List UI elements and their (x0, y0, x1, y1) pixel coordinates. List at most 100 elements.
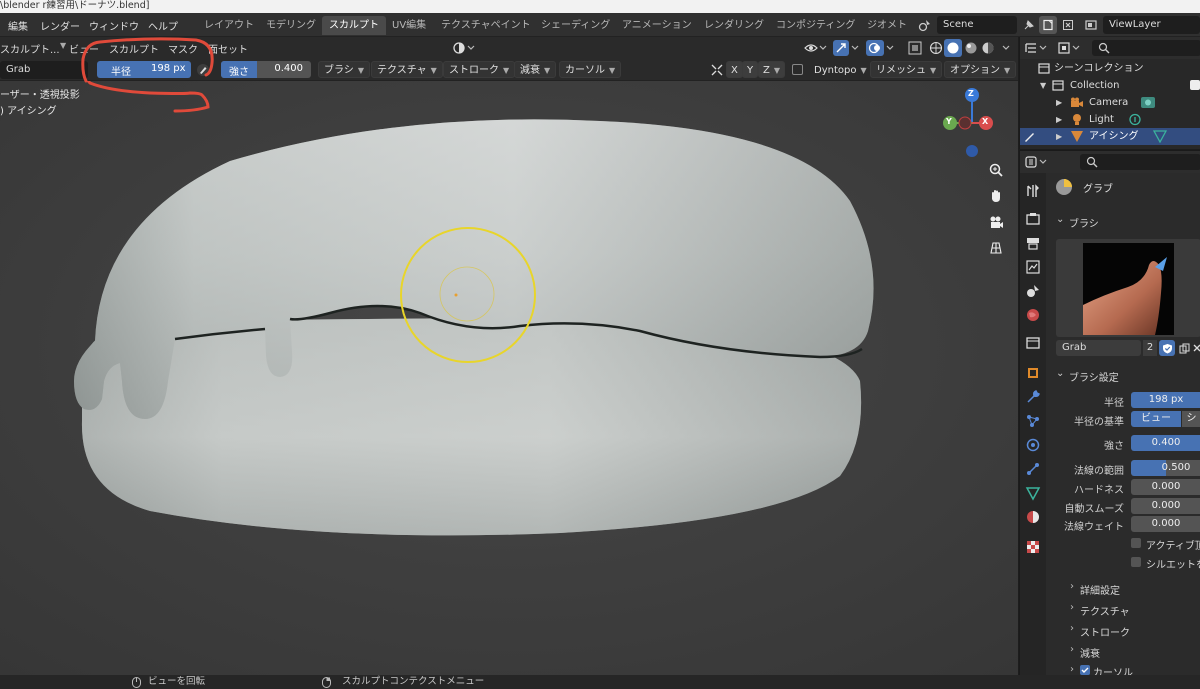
outliner-scene-collection[interactable]: シーンコレクション (1020, 60, 1200, 77)
physics-tab-icon[interactable] (1025, 437, 1041, 453)
editor-type-properties-icon[interactable] (1023, 153, 1051, 171)
strength-field[interactable]: 強さ 0.400 (221, 61, 311, 78)
silhouette-checkbox[interactable] (1131, 557, 1141, 567)
expand-arrow-icon[interactable]: ▼ (1040, 77, 1046, 94)
visibility-icon[interactable] (803, 39, 829, 57)
delete-scene-icon[interactable] (1059, 16, 1077, 34)
3d-viewport[interactable]: ーザー・透視投影 ) アイシング Z Y X (0, 81, 1018, 675)
symmetry-icon[interactable] (708, 61, 726, 79)
pin-icon[interactable] (1020, 16, 1038, 34)
menu-edit[interactable]: 編集 (8, 18, 28, 33)
strength-prop-field[interactable]: 0.400 (1131, 435, 1200, 451)
normal-weight-field[interactable]: 0.000 (1131, 516, 1200, 532)
material-tab-icon[interactable] (1025, 509, 1041, 525)
cursor-checkbox[interactable] (1080, 665, 1090, 675)
tab-sculpt[interactable]: スカルプト (322, 16, 386, 35)
navigation-gizmo[interactable]: Z Y X (938, 85, 1008, 165)
new-scene-icon[interactable] (1039, 16, 1057, 34)
tab-geometry[interactable]: ジオメト (860, 16, 914, 35)
tab-texture-paint[interactable]: テクスチャペイント (434, 16, 538, 35)
material-shading-icon[interactable] (962, 39, 980, 57)
radius-basis-view-button[interactable]: ビュー (1131, 411, 1181, 427)
data-tab-icon[interactable] (1025, 485, 1041, 501)
overlays-icon[interactable] (866, 39, 896, 57)
outliner-item-icing[interactable]: ▶ アイシング (1020, 128, 1200, 145)
world-tab-icon[interactable] (1025, 307, 1041, 323)
hardness-field[interactable]: 0.000 (1131, 479, 1200, 495)
tab-rendering[interactable]: レンダリング (697, 16, 771, 35)
transform-orientation-icon[interactable] (451, 39, 477, 57)
gizmo-toggle-icon[interactable] (833, 39, 861, 57)
brush-users-count[interactable]: 2 (1143, 340, 1157, 356)
view-layer-tab-icon[interactable] (1025, 259, 1041, 275)
subpanel-falloff[interactable]: 減衰 (1080, 645, 1100, 660)
axis-x-toggle[interactable]: X (726, 61, 743, 78)
radius-prop-field[interactable]: 198 px (1131, 392, 1200, 408)
collection-checkbox[interactable] (1190, 80, 1200, 90)
perspective-grid-icon[interactable] (985, 237, 1007, 259)
dyntopo-checkbox[interactable] (792, 64, 803, 75)
view-layer-field[interactable]: ViewLayer (1103, 16, 1200, 34)
outliner-item-light[interactable]: ▶ Light (1020, 111, 1200, 128)
brush-datablock-field[interactable]: Grab (1056, 340, 1141, 356)
expand-arrow-icon[interactable]: ▶ (1056, 94, 1062, 111)
falloff-dropdown[interactable]: 減衰 ▼ (514, 61, 557, 78)
brush-preview-frame[interactable] (1056, 239, 1200, 337)
camera-view-icon[interactable] (985, 211, 1007, 233)
editor-type-outliner-icon[interactable] (1023, 39, 1051, 57)
cursor-dropdown[interactable]: カーソル ▼ (559, 61, 622, 78)
active-vertex-checkbox[interactable] (1131, 538, 1141, 548)
tab-layout[interactable]: レイアウト (197, 16, 261, 35)
constraints-tab-icon[interactable] (1025, 461, 1041, 477)
dyntopo-dropdown[interactable]: Dyntopo ▼ (808, 61, 873, 78)
modifier-wrench-icon[interactable] (1025, 389, 1041, 405)
tab-shading[interactable]: シェーディング (534, 16, 617, 35)
solid-shading-icon[interactable] (944, 39, 962, 57)
subpanel-texture[interactable]: テクスチャ (1080, 603, 1130, 618)
brush-section-header[interactable]: ブラシ (1069, 215, 1099, 230)
menu-render[interactable]: レンダー (40, 18, 80, 33)
object-tab-icon[interactable] (1025, 365, 1041, 381)
view-layer-icon[interactable] (1082, 16, 1100, 34)
radius-basis-scene-button[interactable]: シ (1182, 411, 1200, 427)
autosmooth-field[interactable]: 0.000 (1131, 498, 1200, 514)
expand-arrow-icon[interactable]: ▶ (1056, 111, 1062, 128)
brush-settings-section-header[interactable]: ブラシ設定 (1069, 369, 1119, 384)
properties-search-input[interactable] (1080, 154, 1200, 170)
menu-help[interactable]: ヘルプ (148, 18, 178, 33)
subpanel-advanced[interactable]: 詳細設定 (1080, 582, 1120, 597)
menu-window[interactable]: ウィンドウ (89, 18, 139, 33)
scene-tab-icon[interactable] (1025, 283, 1041, 299)
fake-user-shield-icon[interactable] (1159, 340, 1175, 356)
display-mode-icon[interactable] (1056, 39, 1084, 57)
remesh-dropdown[interactable]: リメッシュ ▼ (870, 61, 943, 78)
tab-animation[interactable]: アニメーション (615, 16, 699, 35)
stroke-dropdown[interactable]: ストローク ▼ (443, 61, 516, 78)
unlink-brush-icon[interactable] (1192, 340, 1200, 356)
subpanel-stroke[interactable]: ストローク (1080, 624, 1130, 639)
particles-tab-icon[interactable] (1025, 413, 1041, 429)
expand-arrow-icon[interactable]: ▶ (1056, 128, 1062, 145)
shading-options-chevron-icon[interactable] (997, 39, 1015, 57)
output-tab-icon[interactable] (1025, 235, 1041, 251)
scene-field[interactable]: Scene (937, 16, 1017, 34)
render-tab-icon[interactable] (1025, 211, 1041, 227)
tab-compositing[interactable]: コンポジティング (769, 16, 862, 35)
tab-modeling[interactable]: モデリング (259, 16, 323, 35)
options-dropdown[interactable]: オプション ▼ (944, 61, 1017, 78)
duplicate-brush-icon[interactable] (1177, 340, 1191, 356)
tool-tab-icon[interactable] (1025, 183, 1041, 199)
zoom-icon[interactable] (985, 159, 1007, 181)
axis-y-toggle[interactable]: Y (742, 61, 759, 78)
pan-hand-icon[interactable] (985, 185, 1007, 207)
rendered-shading-icon[interactable] (979, 39, 997, 57)
axis-z-toggle[interactable]: Z ▼ (758, 61, 786, 78)
collection-tab-icon[interactable] (1025, 335, 1041, 351)
normal-radius-field[interactable]: 0.500 (1131, 460, 1200, 476)
tab-uv-editing[interactable]: UV編集 (385, 16, 433, 35)
scene-icon[interactable] (916, 16, 934, 34)
xray-icon[interactable] (906, 39, 924, 57)
outliner-search-input[interactable] (1092, 40, 1200, 56)
outliner-collection[interactable]: ▼ Collection (1020, 77, 1200, 94)
texture-tab-icon[interactable] (1025, 539, 1041, 555)
